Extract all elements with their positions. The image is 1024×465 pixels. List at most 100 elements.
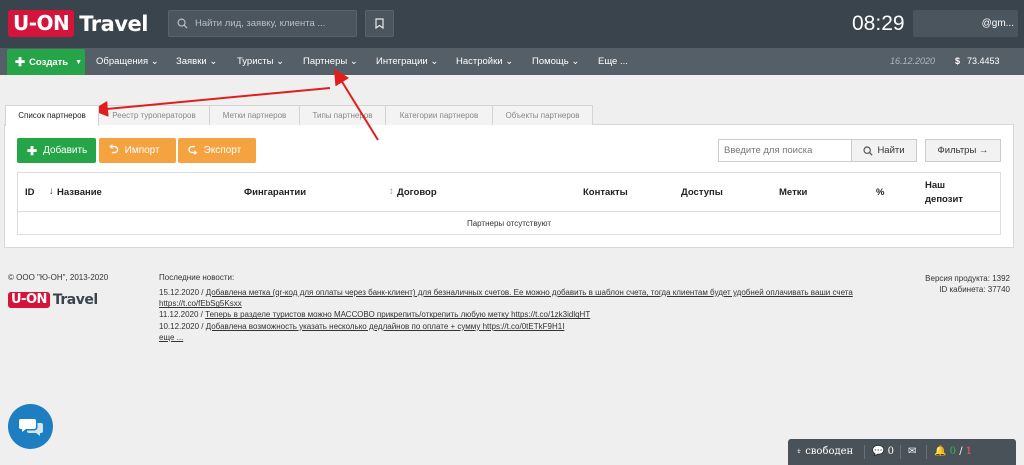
- chevron-down-icon: ⌄: [505, 56, 514, 67]
- news-more-link[interactable]: еще ...: [159, 332, 869, 343]
- nav-settings[interactable]: Настройки ⌄: [456, 48, 513, 75]
- nav-help[interactable]: Помощь ⌄: [532, 48, 579, 75]
- cabinet-id: ID кабинета: 37740: [939, 285, 1010, 294]
- plus-icon: ✚: [15, 55, 26, 69]
- tab-partner-objects[interactable]: Объекты партнеров: [492, 105, 593, 125]
- chats-counter[interactable]: 💬 0: [872, 439, 894, 465]
- logo-mark: U-ON: [8, 10, 75, 37]
- chevron-down-icon: ⌄: [150, 56, 159, 67]
- message-icon: ✉: [908, 446, 917, 457]
- chevron-down-icon: ⌄: [571, 56, 580, 67]
- col-contacts[interactable]: Контакты: [583, 187, 628, 198]
- caret-down-icon: ▼: [75, 58, 83, 66]
- tab-partner-categories[interactable]: Категории партнеров: [385, 105, 493, 125]
- main-navbar: ✚ Создать ▼ Обращения ⌄ Заявки ⌄ Туристы…: [0, 48, 1024, 75]
- bell-icon: 🔔: [934, 446, 947, 457]
- nav-partners[interactable]: Партнеры ⌄: [303, 48, 358, 75]
- nav-integrations[interactable]: Интеграции ⌄: [376, 48, 438, 75]
- copyright: © ООО "Ю-ОН", 2013-2020: [8, 273, 109, 282]
- top-header: U-ON Travel Найти лид, заявку, клиента .…: [0, 0, 1024, 48]
- chat-widget-button[interactable]: [8, 404, 53, 449]
- app-logo[interactable]: U-ON Travel: [8, 10, 148, 37]
- chevron-down-icon: ⌄: [276, 56, 285, 67]
- partner-search-input[interactable]: Введите для поиска: [718, 139, 852, 162]
- chats-count: 0: [887, 446, 895, 457]
- add-partner-button[interactable]: ✚ Добавить: [17, 138, 96, 163]
- notif-total: 1: [965, 446, 973, 457]
- nav-label: Настройки: [456, 56, 503, 67]
- tab-partner-types[interactable]: Типы партнеров: [299, 105, 386, 125]
- product-version: Версия продукта: 1392: [925, 274, 1010, 283]
- tab-tour-operators[interactable]: Реестр туроператоров: [98, 105, 210, 125]
- news-link[interactable]: Теперь в разделе туристов можно МАССОВО …: [205, 310, 590, 319]
- logo-text: Travel: [52, 292, 98, 308]
- export-label: Экспорт: [203, 145, 242, 156]
- nav-more[interactable]: Еще ...: [598, 48, 628, 75]
- import-button[interactable]: ⮌ Импорт: [99, 138, 176, 163]
- news-item: 10.12.2020 / Добавлена возможность указа…: [159, 321, 869, 332]
- user-menu[interactable]: @gm...: [913, 10, 1018, 37]
- search-icon: [863, 145, 874, 156]
- notif-separator: /: [956, 446, 966, 457]
- import-icon: ⮌: [109, 142, 119, 156]
- col-contract[interactable]: Договор: [397, 187, 437, 198]
- tab-partners-list[interactable]: Список партнеров: [5, 105, 99, 126]
- export-icon: ⮎: [188, 142, 198, 156]
- partners-tabs: Список партнеров Реестр туроператоров Ме…: [5, 105, 593, 126]
- messages-button[interactable]: ✉: [908, 439, 916, 465]
- col-percent[interactable]: %: [876, 187, 884, 198]
- balance[interactable]: $73.4453: [955, 48, 1000, 75]
- chat-icon: [18, 418, 43, 436]
- col-access[interactable]: Доступы: [681, 187, 723, 198]
- plus-icon: ✚: [27, 143, 38, 158]
- pin-icon: ⍖: [796, 446, 802, 457]
- news-link[interactable]: Добавлена метка (qr-код для оплаты через…: [159, 288, 853, 308]
- col-name[interactable]: Название: [57, 187, 102, 198]
- add-label: Добавить: [43, 145, 88, 156]
- col-deposit-line2[interactable]: депозит: [925, 194, 963, 205]
- tab-partner-labels[interactable]: Метки партнеров: [209, 105, 300, 125]
- status-label: свободен: [805, 446, 854, 457]
- create-label: Создать: [29, 56, 69, 68]
- chat-bubble-icon: 💬: [872, 446, 885, 457]
- news-item: 11.12.2020 / Теперь в разделе туристов м…: [159, 309, 869, 320]
- news-date: 11.12.2020 /: [159, 310, 203, 320]
- col-guarantees[interactable]: Фингарантии: [244, 187, 306, 198]
- create-button[interactable]: ✚ Создать ▼: [7, 49, 85, 75]
- bookmark-button[interactable]: [365, 10, 394, 37]
- nav-label: Партнеры: [303, 56, 348, 67]
- sort-desc-icon[interactable]: ↓: [49, 186, 54, 197]
- empty-table-message: Партнеры отсутствуют: [17, 211, 1001, 235]
- filters-button[interactable]: Фильтры →: [925, 139, 1001, 162]
- nav-label: Туристы: [237, 56, 274, 67]
- news-title: Последние новости:: [159, 273, 235, 282]
- nav-label: Интеграции: [376, 56, 428, 67]
- nav-requests[interactable]: Заявки ⌄: [176, 48, 217, 75]
- nav-label: Обращения: [96, 56, 149, 67]
- news-item: 15.12.2020 / Добавлена метка (qr-код для…: [159, 287, 869, 309]
- nav-appeals[interactable]: Обращения ⌄: [96, 48, 159, 75]
- bookmark-icon: [375, 18, 384, 29]
- import-label: Импорт: [124, 145, 160, 156]
- nav-tourists[interactable]: Туристы ⌄: [237, 48, 284, 75]
- footer-logo: U-ON Travel: [8, 292, 98, 308]
- logo-text: Travel: [79, 11, 148, 36]
- col-id[interactable]: ID: [25, 187, 35, 198]
- search-icon: [177, 18, 188, 29]
- col-labels[interactable]: Метки: [779, 187, 807, 198]
- global-search-input[interactable]: Найти лид, заявку, клиента ...: [168, 10, 357, 37]
- status-toggle[interactable]: ⍖ свободен: [796, 439, 853, 465]
- divider: [926, 445, 927, 459]
- divider: [900, 445, 901, 459]
- col-deposit-line1[interactable]: Наш: [925, 180, 945, 191]
- chevron-down-icon: ⌄: [209, 56, 218, 67]
- chevron-down-icon: ⌄: [430, 56, 439, 67]
- find-button[interactable]: Найти: [851, 139, 917, 162]
- notifications-counter[interactable]: 🔔 0 / 1: [934, 439, 972, 465]
- find-label: Найти: [877, 145, 905, 156]
- clock: 08:29: [852, 12, 905, 35]
- table-header: ID ↓ Название Фингарантии ↕ Договор Конт…: [17, 172, 1001, 212]
- export-button[interactable]: ⮎ Экспорт: [178, 138, 256, 163]
- sort-icon[interactable]: ↕: [389, 186, 394, 197]
- news-link[interactable]: Добавлена возможность указать несколько …: [206, 322, 565, 331]
